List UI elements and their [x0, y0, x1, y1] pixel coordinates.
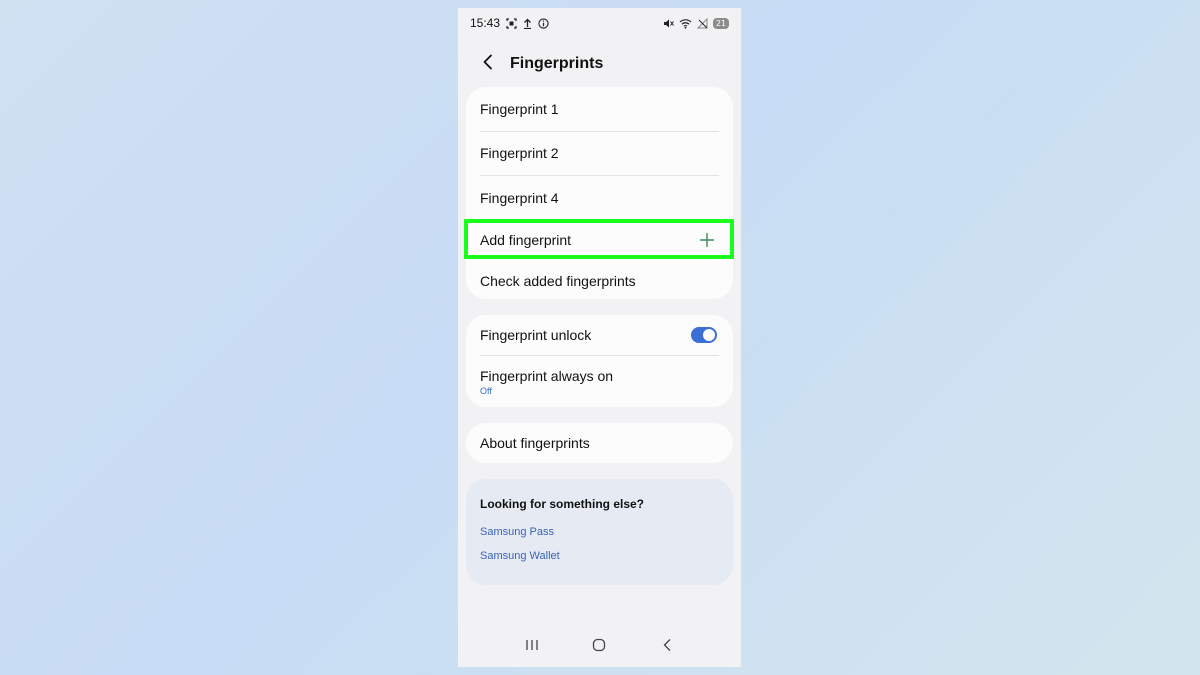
page-title: Fingerprints [510, 55, 604, 72]
suggestions-title: Looking for something else? [480, 497, 645, 511]
check-added-fingerprints-button[interactable]: Check added fingerprints [466, 260, 733, 302]
home-icon [592, 638, 606, 657]
wifi-icon [679, 18, 692, 29]
plus-icon [699, 232, 715, 248]
navigation-bar [458, 627, 741, 667]
back-icon [662, 638, 672, 657]
about-fingerprints-label: About fingerprints [480, 435, 590, 451]
about-card: About fingerprints [466, 423, 733, 463]
fingerprint-item[interactable]: Fingerprint 1 [466, 87, 733, 131]
info-icon [538, 17, 549, 29]
fingerprint-unlock-row[interactable]: Fingerprint unlock [466, 315, 733, 355]
add-fingerprint-label: Add fingerprint [480, 231, 572, 248]
nav-back-button[interactable] [655, 635, 679, 659]
fingerprint-item[interactable]: Fingerprint 4 [466, 176, 733, 220]
unlock-settings-card: Fingerprint unlock Fingerprint always on… [466, 315, 733, 407]
battery-indicator: 21 [712, 17, 729, 29]
status-bar: 15:43 21 [458, 8, 741, 38]
toggle-knob [703, 329, 715, 341]
recents-button[interactable] [520, 635, 544, 659]
fingerprint-item-label: Fingerprint 4 [480, 189, 559, 206]
fingerprint-always-on-value: Off [480, 386, 492, 396]
suggestions-card: Looking for something else? Samsung Pass… [466, 479, 733, 585]
status-time: 15:43 [470, 16, 501, 30]
add-fingerprint-button[interactable]: Add fingerprint [466, 220, 733, 260]
home-button[interactable] [587, 635, 611, 659]
phone-screen: 15:43 21 Fingerprints Fingerprint 1 Fing… [458, 8, 741, 667]
mute-icon [663, 18, 674, 29]
fingerprint-item-label: Fingerprint 2 [480, 145, 559, 162]
upload-icon [523, 18, 532, 29]
fingerprint-item[interactable]: Fingerprint 2 [466, 132, 733, 176]
back-button[interactable] [474, 50, 502, 78]
samsung-wallet-link[interactable]: Samsung Wallet [466, 550, 733, 562]
fingerprint-item-label: Fingerprint 1 [480, 100, 559, 117]
fingerprint-always-on-label: Fingerprint always on [480, 368, 614, 384]
screenshot-icon [506, 17, 517, 29]
fingerprint-always-on-row[interactable]: Fingerprint always on Off [466, 356, 733, 408]
chevron-left-icon [482, 54, 494, 75]
fingerprint-unlock-label: Fingerprint unlock [480, 327, 592, 343]
samsung-pass-link[interactable]: Samsung Pass [466, 526, 733, 538]
check-added-fingerprints-label: Check added fingerprints [480, 272, 636, 289]
about-fingerprints-button[interactable]: About fingerprints [466, 423, 733, 463]
fingerprint-unlock-toggle[interactable] [691, 327, 717, 343]
header: Fingerprints [458, 50, 741, 78]
no-signal-icon [696, 17, 708, 29]
recents-icon [525, 638, 539, 656]
fingerprints-card: Fingerprint 1 Fingerprint 2 Fingerprint … [464, 87, 734, 302]
